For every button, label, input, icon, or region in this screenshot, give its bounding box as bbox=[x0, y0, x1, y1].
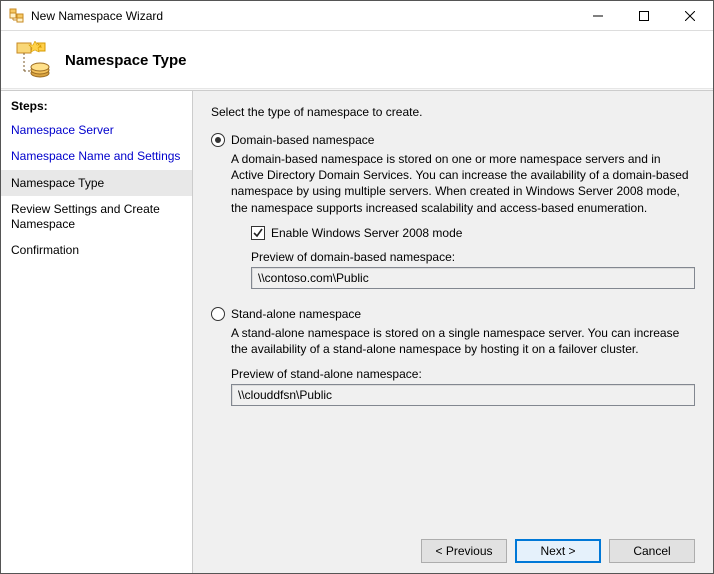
close-button[interactable] bbox=[667, 1, 713, 30]
steps-heading: Steps: bbox=[1, 97, 192, 117]
radio-domain-based-label: Domain-based namespace bbox=[231, 133, 374, 147]
maximize-button[interactable] bbox=[621, 1, 667, 30]
window-controls bbox=[575, 1, 713, 30]
wizard-window: New Namespace Wizard bbox=[0, 0, 714, 574]
previous-button[interactable]: < Previous bbox=[421, 539, 507, 563]
checkbox-2008-mode[interactable]: Enable Windows Server 2008 mode bbox=[251, 226, 695, 240]
radio-domain-based[interactable]: Domain-based namespace bbox=[211, 133, 695, 147]
radio-standalone[interactable]: Stand-alone namespace bbox=[211, 307, 695, 321]
domain-preview-value: \\contoso.com\Public bbox=[251, 267, 695, 289]
app-icon bbox=[9, 8, 25, 24]
standalone-description: A stand-alone namespace is stored on a s… bbox=[231, 325, 695, 357]
minimize-button[interactable] bbox=[575, 1, 621, 30]
option-standalone: Stand-alone namespace A stand-alone name… bbox=[211, 307, 695, 406]
step-namespace-name[interactable]: Namespace Name and Settings bbox=[1, 143, 192, 169]
checkbox-2008-mode-label: Enable Windows Server 2008 mode bbox=[271, 226, 462, 240]
checkmark-icon bbox=[251, 226, 265, 240]
step-review: Review Settings and Create Namespace bbox=[1, 196, 192, 237]
step-namespace-server[interactable]: Namespace Server bbox=[1, 117, 192, 143]
window-title: New Namespace Wizard bbox=[31, 9, 575, 23]
wizard-header: Namespace Type bbox=[1, 31, 713, 91]
standalone-preview-value: \\clouddfsn\Public bbox=[231, 384, 695, 406]
next-button[interactable]: Next > bbox=[515, 539, 601, 563]
option-domain-based: Domain-based namespace A domain-based na… bbox=[211, 133, 695, 289]
page-title: Namespace Type bbox=[65, 52, 186, 69]
domain-preview-label: Preview of domain-based namespace: bbox=[251, 250, 695, 264]
radio-icon bbox=[211, 307, 225, 321]
cancel-button[interactable]: Cancel bbox=[609, 539, 695, 563]
radio-standalone-label: Stand-alone namespace bbox=[231, 307, 361, 321]
standalone-preview-label: Preview of stand-alone namespace: bbox=[231, 367, 695, 381]
wizard-content: Select the type of namespace to create. … bbox=[193, 91, 713, 573]
titlebar: New Namespace Wizard bbox=[1, 1, 713, 31]
step-namespace-type: Namespace Type bbox=[1, 170, 192, 196]
instruction-text: Select the type of namespace to create. bbox=[211, 105, 695, 119]
domain-based-description: A domain-based namespace is stored on on… bbox=[231, 151, 695, 216]
step-confirmation: Confirmation bbox=[1, 237, 192, 263]
wizard-body: Steps: Namespace Server Namespace Name a… bbox=[1, 91, 713, 573]
steps-sidebar: Steps: Namespace Server Namespace Name a… bbox=[1, 91, 193, 573]
wizard-buttons: < Previous Next > Cancel bbox=[211, 531, 695, 563]
radio-icon bbox=[211, 133, 225, 147]
wizard-header-icon bbox=[13, 41, 53, 81]
